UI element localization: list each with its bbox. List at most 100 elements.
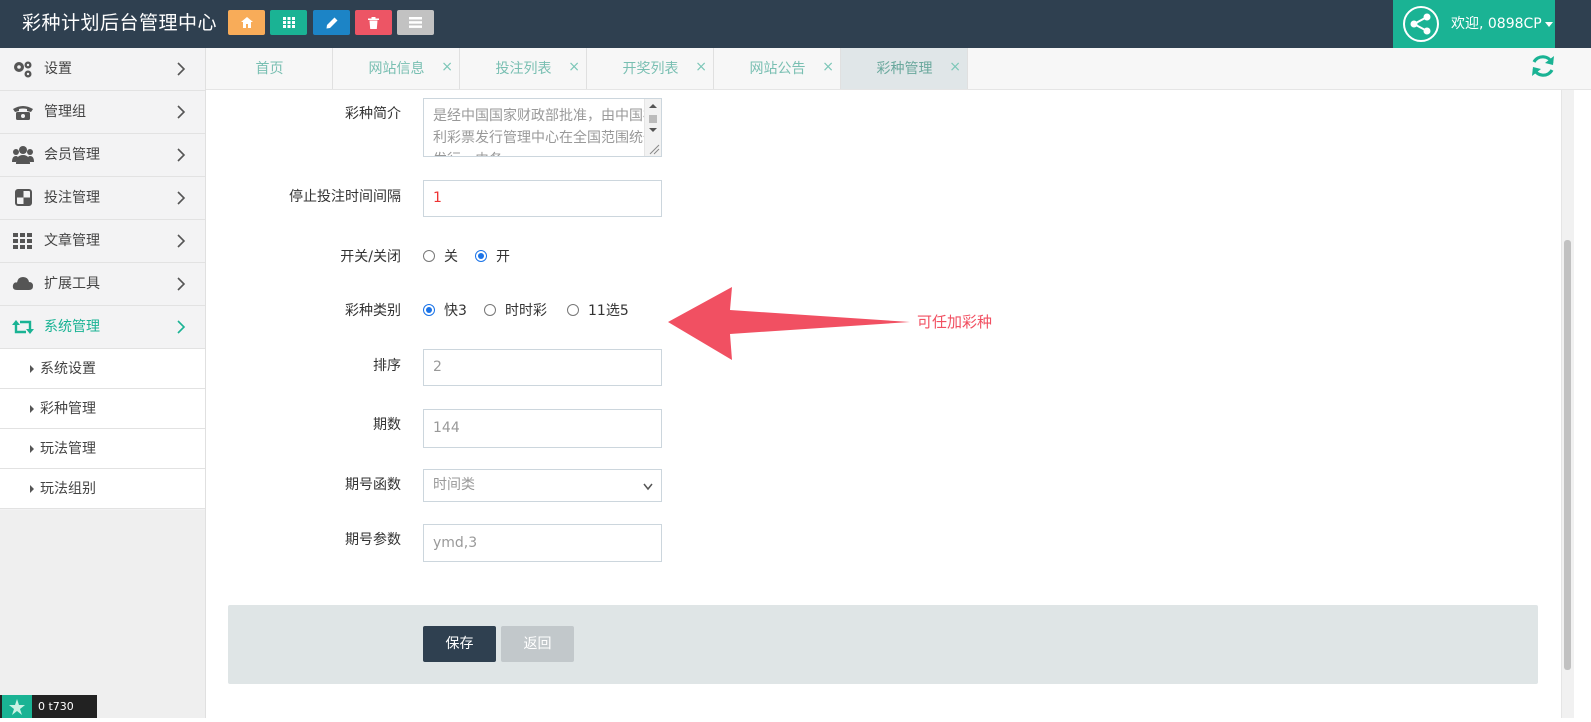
switch-on-radio[interactable] bbox=[475, 250, 487, 262]
category-k3-radio[interactable] bbox=[423, 304, 435, 316]
tab-site-notice[interactable]: 网站公告 × bbox=[714, 48, 841, 89]
issues-label: 期数 bbox=[373, 417, 401, 433]
checker-icon bbox=[15, 189, 32, 206]
category-11x5-label[interactable]: 11选5 bbox=[588, 302, 629, 320]
form-actions: 保存 返回 bbox=[228, 605, 1538, 684]
switch-on-label[interactable]: 开 bbox=[496, 248, 510, 266]
sidebar-item-label: 管理组 bbox=[44, 104, 86, 120]
sort-label: 排序 bbox=[373, 358, 401, 374]
grid-icon bbox=[13, 233, 32, 249]
stop-interval-input[interactable]: 1 bbox=[423, 180, 662, 217]
intro-textarea[interactable]: 是经中国国家财政部批准，由中国福利彩票发行管理中心在全国范围统一发行，由各... bbox=[423, 98, 662, 157]
caret-right-icon bbox=[30, 365, 34, 373]
switch-off-radio[interactable] bbox=[423, 250, 435, 262]
edit-button[interactable] bbox=[313, 10, 350, 35]
refresh-icon[interactable] bbox=[1529, 52, 1557, 80]
sidebar-item-members[interactable]: 会员管理 bbox=[0, 134, 205, 177]
caret-right-icon bbox=[30, 405, 34, 413]
sidebar-item-label: 设置 bbox=[44, 61, 72, 77]
sidebar-item-extensions[interactable]: 扩展工具 bbox=[0, 263, 205, 306]
tab-site-info[interactable]: 网站信息 × bbox=[333, 48, 460, 89]
textarea-scrollbar[interactable] bbox=[644, 99, 661, 156]
sidebar-subitem-label: 玩法管理 bbox=[40, 441, 96, 457]
chevron-right-icon bbox=[177, 105, 186, 119]
chevron-right-icon bbox=[177, 148, 186, 162]
category-k3-label[interactable]: 快3 bbox=[444, 302, 467, 320]
user-greeting[interactable]: 欢迎, 0898CP bbox=[1451, 14, 1553, 34]
list-button[interactable] bbox=[397, 10, 434, 35]
sidebar-subitem-play-groups[interactable]: 玩法组别 bbox=[0, 469, 205, 509]
switch-off-label[interactable]: 关 bbox=[444, 248, 458, 266]
sidebar-item-label: 投注管理 bbox=[44, 190, 100, 206]
tab-label: 首页 bbox=[255, 61, 284, 77]
chevron-right-icon bbox=[177, 234, 186, 248]
category-label: 彩种类别 bbox=[345, 303, 401, 319]
switch-label: 开关/关闭 bbox=[340, 249, 401, 265]
trash-icon bbox=[368, 16, 379, 29]
close-icon[interactable]: × bbox=[441, 58, 453, 76]
list-icon bbox=[409, 17, 422, 28]
scroll-down-icon[interactable] bbox=[645, 125, 661, 135]
page-scrollbar[interactable] bbox=[1561, 90, 1574, 718]
issue-param-value: ymd,3 bbox=[433, 535, 478, 551]
category-ssc-radio[interactable] bbox=[484, 304, 496, 316]
home-button[interactable] bbox=[228, 10, 265, 35]
close-icon[interactable]: × bbox=[949, 58, 961, 76]
tab-lottery-manage[interactable]: 彩种管理 × bbox=[841, 48, 968, 89]
main-content: 彩种简介 是经中国国家财政部批准，由中国福利彩票发行管理中心在全国范围统一发行，… bbox=[206, 90, 1561, 718]
grid-button[interactable] bbox=[270, 10, 307, 35]
delete-button[interactable] bbox=[355, 10, 392, 35]
issues-input[interactable]: 144 bbox=[423, 409, 662, 448]
sidebar-item-system[interactable]: 系统管理 bbox=[0, 306, 205, 349]
sidebar-subitem-lottery-manage[interactable]: 彩种管理 bbox=[0, 389, 205, 429]
grid-icon bbox=[282, 17, 295, 28]
textarea-scroll-thumb[interactable] bbox=[649, 115, 657, 123]
tab-draw-list[interactable]: 开奖列表 × bbox=[587, 48, 714, 89]
sidebar-item-label: 扩展工具 bbox=[44, 276, 100, 292]
save-button[interactable]: 保存 bbox=[423, 626, 496, 662]
share-network-icon bbox=[1410, 13, 1431, 35]
close-icon[interactable]: × bbox=[695, 58, 707, 76]
issue-param-label: 期号参数 bbox=[345, 532, 401, 548]
sidebar-item-bets[interactable]: 投注管理 bbox=[0, 177, 205, 220]
stop-interval-value: 1 bbox=[433, 190, 442, 206]
chevron-right-icon bbox=[177, 62, 186, 76]
sidebar-subitem-play-manage[interactable]: 玩法管理 bbox=[0, 429, 205, 469]
sidebar-item-admin-group[interactable]: 管理组 bbox=[0, 91, 205, 134]
sidebar-item-settings[interactable]: 设置 bbox=[0, 48, 205, 91]
sidebar-subitem-label: 彩种管理 bbox=[40, 401, 96, 417]
category-ssc-label[interactable]: 时时彩 bbox=[505, 302, 547, 320]
cloud-icon bbox=[12, 277, 33, 290]
home-icon bbox=[240, 17, 253, 28]
close-icon[interactable]: × bbox=[568, 58, 580, 76]
tab-bet-list[interactable]: 投注列表 × bbox=[460, 48, 587, 89]
sidebar-empty-area bbox=[0, 510, 205, 718]
resize-grip-icon[interactable] bbox=[648, 143, 660, 155]
retweet-icon bbox=[12, 320, 34, 334]
star-icon bbox=[2, 695, 32, 718]
close-icon[interactable]: × bbox=[822, 58, 834, 76]
sidebar-subitem-system-settings[interactable]: 系统设置 bbox=[0, 349, 205, 389]
pencil-icon bbox=[326, 17, 337, 28]
sort-value: 2 bbox=[433, 359, 442, 375]
intro-text: 是经中国国家财政部批准，由中国福利彩票发行管理中心在全国范围统一发行，由各... bbox=[433, 108, 657, 156]
phone-icon bbox=[13, 106, 33, 120]
top-bar: 彩种计划后台管理中心 欢迎, 0898CP bbox=[0, 0, 1591, 48]
chevron-right-icon bbox=[177, 277, 186, 291]
issue-func-select[interactable]: 时间类 bbox=[423, 469, 662, 502]
category-11x5-radio[interactable] bbox=[567, 304, 579, 316]
scroll-up-icon[interactable] bbox=[645, 101, 661, 111]
back-button[interactable]: 返回 bbox=[501, 626, 574, 662]
issue-func-label: 期号函数 bbox=[345, 477, 401, 493]
gears-icon bbox=[14, 61, 32, 78]
sort-input[interactable]: 2 bbox=[423, 349, 662, 386]
tab-bar: 首页 网站信息 × 投注列表 × 开奖列表 × 网站公告 × 彩种管理 × bbox=[206, 48, 1591, 90]
chevron-right-icon bbox=[177, 320, 186, 334]
page-scroll-thumb[interactable] bbox=[1564, 240, 1571, 670]
status-badge-text: 0 t730 bbox=[38, 700, 74, 713]
status-badge: 0 t730 bbox=[0, 695, 97, 718]
tab-home[interactable]: 首页 bbox=[206, 48, 333, 89]
sidebar-item-articles[interactable]: 文章管理 bbox=[0, 220, 205, 263]
issue-param-input[interactable]: ymd,3 bbox=[423, 524, 662, 562]
user-menu[interactable]: 欢迎, 0898CP bbox=[1393, 0, 1555, 48]
